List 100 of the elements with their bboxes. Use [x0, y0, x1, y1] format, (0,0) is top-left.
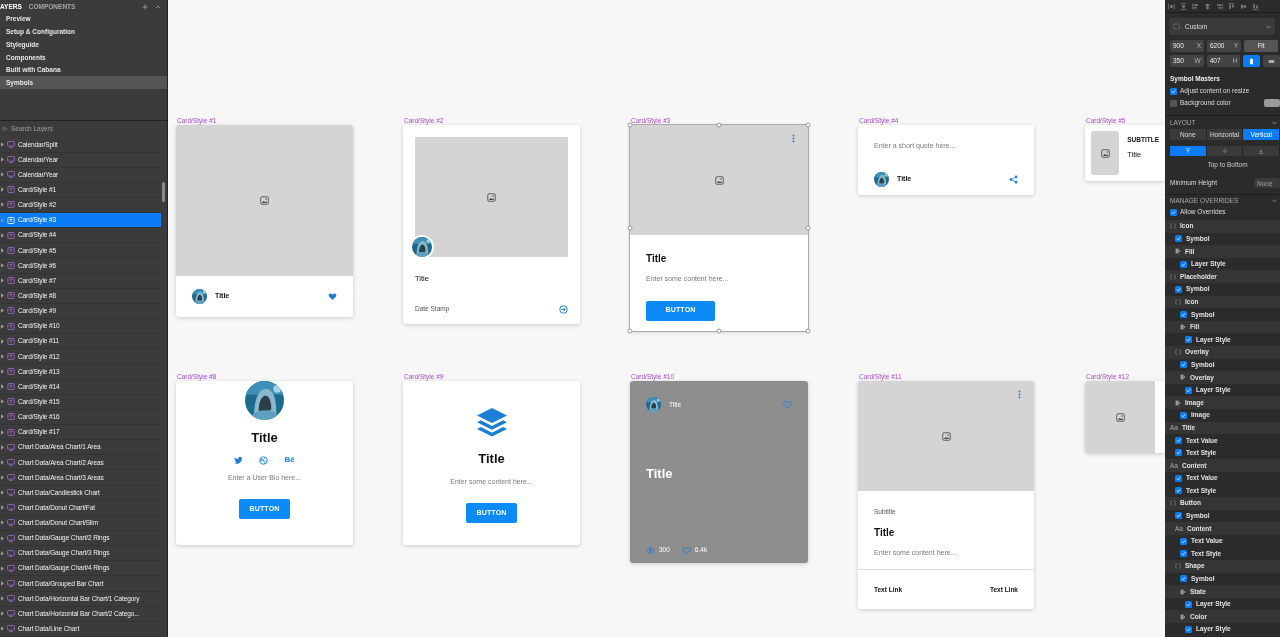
checkbox[interactable] — [1175, 235, 1182, 243]
resize-handle[interactable] — [805, 225, 811, 231]
disclosure-triangle-icon[interactable] — [1, 353, 4, 359]
disclosure-triangle-icon[interactable] — [1, 490, 4, 496]
scrollbar[interactable] — [162, 182, 165, 203]
heart-icon[interactable] — [328, 292, 337, 301]
bird-icon[interactable] — [234, 455, 244, 465]
disclosure-triangle-icon[interactable] — [1, 429, 4, 435]
align-icon[interactable] — [1216, 2, 1223, 10]
checkbox[interactable] — [1180, 361, 1187, 369]
resize-handle[interactable] — [627, 328, 633, 334]
resize-handle[interactable] — [627, 225, 633, 231]
landscape-toggle[interactable] — [1263, 55, 1280, 67]
align-icon[interactable] — [1240, 2, 1247, 10]
disclosure-triangle-icon[interactable] — [1, 581, 4, 586]
checkbox[interactable] — [1180, 411, 1187, 419]
disclosure-triangle-icon[interactable] — [1, 141, 4, 147]
checkbox[interactable] — [1175, 449, 1182, 457]
disclosure-triangle-icon[interactable] — [1, 278, 4, 284]
disclosure-triangle-icon[interactable] — [1, 596, 4, 602]
disclosure-triangle-icon[interactable] — [1, 232, 4, 238]
resize-handle[interactable] — [716, 122, 722, 128]
checkbox[interactable] — [1185, 336, 1192, 344]
disclosure-triangle-icon[interactable] — [1, 505, 4, 511]
disclosure-triangle-icon[interactable] — [1, 399, 4, 405]
disclosure-triangle-icon[interactable] — [1, 535, 4, 541]
align-icon[interactable] — [1252, 2, 1259, 10]
portrait-toggle[interactable] — [1243, 55, 1261, 67]
artboard-icon — [7, 474, 15, 481]
resize-handle[interactable] — [805, 122, 811, 128]
disclosure-triangle-icon[interactable] — [1, 338, 4, 344]
color-swatch[interactable] — [1264, 99, 1280, 107]
align-icon[interactable] — [1180, 2, 1187, 10]
checkbox[interactable] — [1180, 575, 1187, 583]
anchor-option[interactable] — [1170, 146, 1207, 156]
disclosure-triangle-icon[interactable] — [1, 323, 4, 329]
disclosure-triangle-icon[interactable] — [1, 187, 4, 193]
checkbox[interactable] — [1170, 87, 1177, 95]
checkbox[interactable] — [1185, 625, 1192, 633]
chevron-down-icon[interactable] — [1272, 198, 1277, 203]
disclosure-triangle-icon[interactable] — [1, 520, 4, 526]
resize-handle[interactable] — [716, 328, 722, 334]
disclosure-triangle-icon[interactable] — [1, 611, 4, 617]
disclosure-triangle-icon[interactable] — [1, 459, 4, 465]
checkbox[interactable] — [1175, 487, 1182, 495]
checkbox[interactable] — [1185, 386, 1192, 394]
search-icon — [2, 126, 8, 133]
share-icon[interactable] — [1009, 175, 1018, 184]
social-link[interactable]: Bē — [284, 456, 295, 464]
align-icon[interactable] — [1204, 2, 1211, 10]
braces-icon — [1170, 223, 1176, 230]
image-icon — [714, 175, 724, 185]
align-bottom-icon — [1258, 148, 1265, 154]
resize-handle[interactable] — [805, 328, 811, 334]
checkbox[interactable] — [1185, 600, 1192, 608]
disclosure-triangle-icon[interactable] — [1, 172, 4, 178]
chevron-down-icon[interactable] — [1272, 120, 1277, 125]
symbol-icon — [7, 428, 15, 436]
disclosure-triangle-icon[interactable] — [1, 247, 4, 253]
symbol-icon — [7, 352, 15, 360]
disclosure-triangle-icon[interactable] — [1, 565, 4, 571]
disclosure-triangle-icon[interactable] — [1, 414, 4, 420]
checkbox[interactable] — [1180, 537, 1187, 545]
disclosure-triangle-icon[interactable] — [1, 475, 4, 480]
disclosure-triangle-icon[interactable] — [1, 550, 4, 556]
align-icon[interactable] — [1192, 2, 1199, 10]
disclosure-triangle-icon[interactable] — [1, 157, 4, 163]
align-icon[interactable] — [1228, 2, 1235, 10]
symbol-icon — [7, 383, 15, 391]
disclosure-triangle-icon[interactable] — [1, 202, 4, 208]
eye-icon — [646, 545, 655, 555]
resize-handle[interactable] — [627, 122, 633, 128]
arrow-right-circle-icon[interactable] — [559, 304, 568, 314]
disclosure-triangle-icon[interactable] — [1, 263, 4, 269]
checkbox[interactable] — [1180, 260, 1187, 268]
disclosure-triangle-icon[interactable] — [1, 384, 4, 390]
chevron-up-icon[interactable] — [155, 3, 161, 10]
checkbox[interactable] — [1170, 99, 1177, 107]
artboard-icon — [7, 564, 15, 572]
checkbox[interactable] — [1180, 310, 1187, 318]
checkmark-icon — [1181, 538, 1186, 544]
plus-icon[interactable] — [142, 3, 148, 10]
checkbox[interactable] — [1175, 474, 1182, 482]
checkmark-icon — [1181, 311, 1186, 317]
ball-icon[interactable] — [259, 455, 269, 465]
disclosure-triangle-icon[interactable] — [1, 293, 4, 299]
checkbox[interactable] — [1175, 436, 1182, 444]
artboard-icon — [7, 580, 15, 587]
checkbox[interactable] — [1170, 208, 1177, 216]
more-icon[interactable] — [792, 134, 795, 143]
disclosure-triangle-icon[interactable] — [1, 369, 4, 375]
align-icon[interactable] — [1168, 2, 1175, 10]
more-icon[interactable] — [1018, 390, 1021, 399]
checkbox[interactable] — [1175, 512, 1182, 520]
disclosure-triangle-icon[interactable] — [1, 308, 4, 314]
checkbox[interactable] — [1175, 285, 1182, 293]
checkbox[interactable] — [1180, 550, 1187, 558]
disclosure-triangle-icon[interactable] — [1, 444, 4, 450]
disclosure-triangle-icon[interactable] — [1, 626, 4, 632]
artboard-icon — [7, 595, 15, 603]
